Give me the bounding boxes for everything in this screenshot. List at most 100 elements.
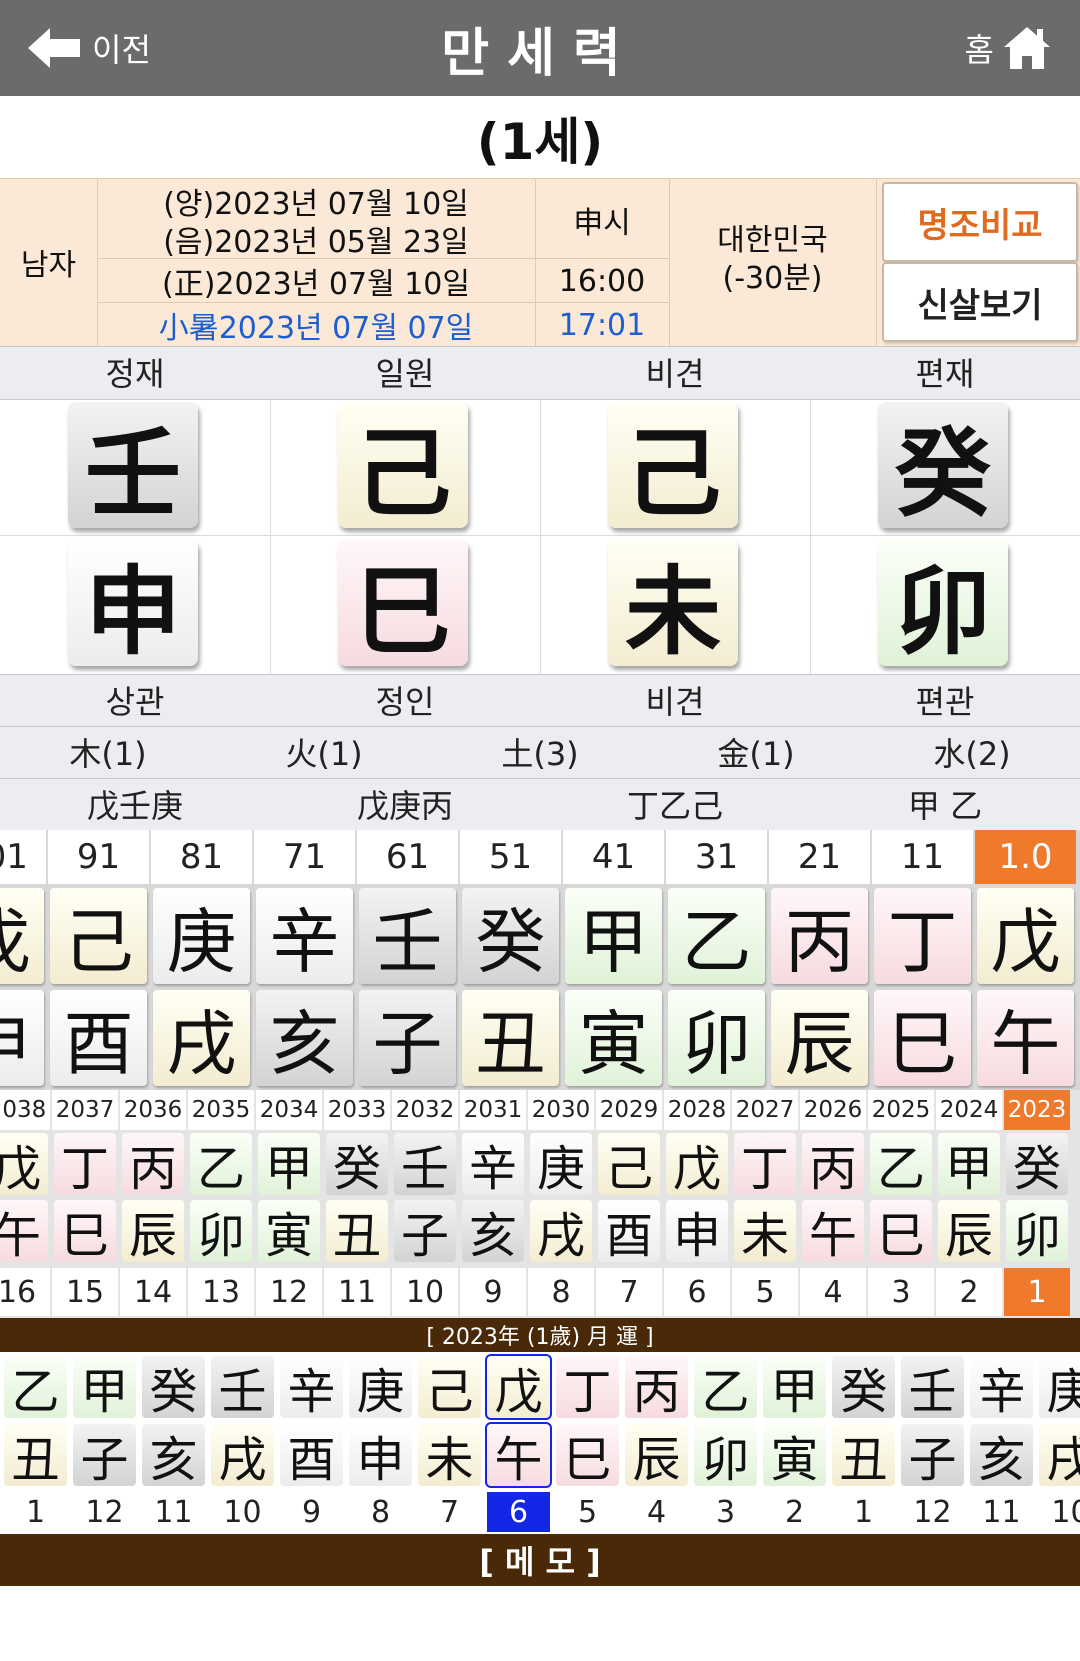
daewoon-age[interactable]: 21 [769,830,870,884]
year-stem-tile[interactable]: 壬 [68,402,198,530]
saewoon-year[interactable]: 2029 [596,1090,662,1130]
hour-branch-tile[interactable]: 卯 [878,540,1008,668]
home-button[interactable]: 홈 [965,22,1050,74]
wolwoon-branch[interactable]: 子 [73,1424,136,1488]
wolwoon-branch[interactable]: 未 [418,1424,481,1488]
saewoon-branch[interactable]: 子 [394,1200,456,1264]
wolwoon-month[interactable]: 6 [487,1492,550,1532]
wolwoon-month[interactable]: 9 [280,1492,343,1532]
wolwoon-stem[interactable]: 乙 [4,1356,67,1420]
daewoon-branch[interactable]: 辰 [771,990,868,1086]
wolwoon-month[interactable]: 11 [142,1492,205,1532]
sinsal-view-button[interactable]: 신살보기 [882,262,1078,342]
saewoon-year[interactable]: 2034 [256,1090,322,1130]
saewoon-year[interactable]: 2033 [324,1090,390,1130]
saewoon-stem[interactable]: 癸 [1006,1133,1068,1197]
saewoon-year[interactable]: 2030 [528,1090,594,1130]
saewoon-stem[interactable]: 丁 [54,1133,116,1197]
wolwoon-month[interactable]: 1 [4,1492,67,1532]
daewoon-stem[interactable]: 戊 [977,888,1074,984]
wolwoon-stem[interactable]: 辛 [280,1356,343,1420]
saewoon-year[interactable]: 2031 [460,1090,526,1130]
daewoon-age[interactable]: 101 [0,830,46,884]
saewoon-age[interactable]: 13 [188,1268,254,1316]
saewoon-stem[interactable]: 癸 [326,1133,388,1197]
wolwoon-branch[interactable]: 寅 [763,1424,826,1488]
daewoon-branch[interactable]: 午 [977,990,1074,1086]
wolwoon-branch[interactable]: 酉 [280,1424,343,1488]
daewoon-stem[interactable]: 庚 [153,888,250,984]
saewoon-branch[interactable]: 亥 [462,1200,524,1264]
daewoon-branch[interactable]: 酉 [50,990,147,1086]
hour-stem-tile[interactable]: 癸 [878,402,1008,530]
saewoon-stem[interactable]: 丙 [802,1133,864,1197]
wolwoon-month[interactable]: 10 [1039,1492,1080,1532]
daewoon-age[interactable]: 31 [666,830,767,884]
wolwoon-stem[interactable]: 乙 [694,1356,757,1420]
wolwoon-stem[interactable]: 庚 [1039,1356,1080,1420]
saewoon-year[interactable]: 2025 [868,1090,934,1130]
daewoon-age[interactable]: 71 [254,830,355,884]
wolwoon-branch[interactable]: 午 [485,1422,552,1488]
month-branch-tile[interactable]: 未 [608,540,738,668]
wolwoon-branch[interactable]: 卯 [694,1424,757,1488]
wolwoon-branch[interactable]: 亥 [142,1424,205,1488]
daewoon-branch[interactable]: 寅 [565,990,662,1086]
saewoon-branch[interactable]: 卯 [190,1200,252,1264]
wolwoon-month[interactable]: 7 [418,1492,481,1532]
saewoon-stem[interactable]: 戊 [0,1133,48,1197]
daewoon-stem[interactable]: 乙 [668,888,765,984]
saewoon-stem[interactable]: 丁 [734,1133,796,1197]
saewoon-age[interactable]: 14 [120,1268,186,1316]
saewoon-branch[interactable]: 辰 [122,1200,184,1264]
daewoon-branch[interactable]: 申 [0,990,44,1086]
wolwoon-month[interactable]: 12 [901,1492,964,1532]
wolwoon-month[interactable]: 12 [73,1492,136,1532]
wolwoon-stem[interactable]: 辛 [970,1356,1033,1420]
wolwoon-stem[interactable]: 癸 [142,1356,205,1420]
daewoon-branch[interactable]: 亥 [256,990,353,1086]
daewoon-stem[interactable]: 己 [50,888,147,984]
daewoon-stem[interactable]: 甲 [565,888,662,984]
wolwoon-branch[interactable]: 巳 [556,1424,619,1488]
daewoon-stem[interactable]: 壬 [359,888,456,984]
saewoon-branch[interactable]: 寅 [258,1200,320,1264]
saewoon-branch[interactable]: 巳 [54,1200,116,1264]
daewoon-age[interactable]: 51 [460,830,561,884]
saewoon-stem[interactable]: 乙 [190,1133,252,1197]
saewoon-stem[interactable]: 己 [598,1133,660,1197]
year-branch-tile[interactable]: 申 [68,540,198,668]
saewoon-stem[interactable]: 戊 [666,1133,728,1197]
day-stem-tile[interactable]: 己 [338,402,468,530]
saewoon-year[interactable]: 2038 [0,1090,50,1130]
saewoon-year[interactable]: 2027 [732,1090,798,1130]
daewoon-age[interactable]: 91 [48,830,149,884]
saewoon-branch[interactable]: 巳 [870,1200,932,1264]
saewoon-year[interactable]: 2024 [936,1090,1002,1130]
saewoon-branch[interactable]: 未 [734,1200,796,1264]
saewoon-stem[interactable]: 乙 [870,1133,932,1197]
compare-chart-button[interactable]: 명조비교 [882,182,1078,262]
daewoon-stem[interactable]: 癸 [462,888,559,984]
saewoon-branch[interactable]: 辰 [938,1200,1000,1264]
saewoon-age[interactable]: 12 [256,1268,322,1316]
daewoon-branch[interactable]: 巳 [874,990,971,1086]
saewoon-year[interactable]: 2036 [120,1090,186,1130]
saewoon-year[interactable]: 2026 [800,1090,866,1130]
wolwoon-branch[interactable]: 丑 [4,1424,67,1488]
month-stem-tile[interactable]: 己 [608,402,738,530]
wolwoon-stem[interactable]: 甲 [73,1356,136,1420]
daewoon-age[interactable]: 41 [563,830,664,884]
saewoon-branch[interactable]: 酉 [598,1200,660,1264]
wolwoon-branch[interactable]: 戌 [1039,1424,1080,1488]
saewoon-age[interactable]: 11 [324,1268,390,1316]
saewoon-stem[interactable]: 甲 [258,1133,320,1197]
daewoon-age[interactable]: 1.0 [975,830,1076,884]
daewoon-stem[interactable]: 戊 [0,888,44,984]
saewoon-age[interactable]: 6 [664,1268,730,1316]
wolwoon-stem[interactable]: 己 [418,1356,481,1420]
saewoon-age[interactable]: 16 [0,1268,50,1316]
daewoon-age[interactable]: 81 [151,830,252,884]
saewoon-branch[interactable]: 戌 [530,1200,592,1264]
wolwoon-month[interactable]: 10 [211,1492,274,1532]
